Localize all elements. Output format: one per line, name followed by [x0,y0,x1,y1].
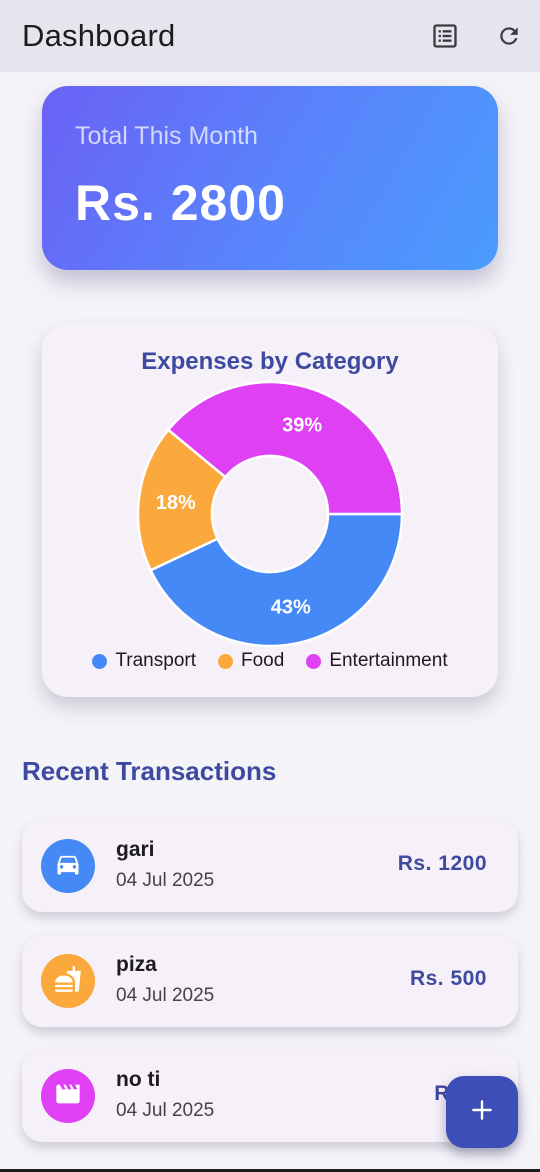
app-bar: Dashboard [0,0,540,72]
transaction-item[interactable]: gari 04 Jul 2025 Rs. 1200 [22,820,518,912]
transaction-amount: Rs. 500 [409,967,487,990]
page-title: Dashboard [22,18,176,53]
fastfood-icon [54,965,82,998]
total-amount: Rs. 2800 [75,175,286,231]
transaction-title: gari [116,838,155,861]
expenses-chart-card: Expenses by Category 43% 18% 39% Transport… [42,324,498,697]
transaction-avatar [41,1069,95,1123]
transaction-date: 04 Jul 2025 [116,985,215,1006]
legend-item-entertainment: Entertainment [306,650,448,672]
transaction-item[interactable]: no ti 04 Jul 2025 Rs. 1 [22,1050,518,1142]
legend-item-food: Food [218,650,284,672]
legend-swatch [306,653,322,669]
slice-label-food: 18% [156,492,196,514]
transaction-title: piza [116,953,157,976]
plus-icon [469,1097,495,1128]
legend-swatch [218,653,233,669]
legend-label: Entertainment [329,650,448,671]
add-transaction-button[interactable] [446,1076,518,1148]
transaction-date: 04 Jul 2025 [116,1100,215,1121]
legend-swatch [92,653,108,669]
list-view-icon[interactable] [431,22,459,50]
legend-label: Food [241,650,285,671]
transaction-amount: Rs. 1200 [397,852,487,875]
recent-transactions-heading: Recent Transactions [22,756,277,786]
transaction-item[interactable]: piza 04 Jul 2025 Rs. 500 [22,935,518,1027]
legend-label: Transport [115,650,196,671]
donut-chart: 43% 18% 39% [136,380,404,648]
slice-label-transport: 43% [271,597,311,619]
transaction-avatar [41,839,95,893]
car-icon [54,850,82,883]
transaction-title: no ti [116,1068,161,1091]
legend-item-transport: Transport [92,650,196,672]
refresh-icon[interactable] [495,22,523,50]
movie-icon [54,1080,82,1113]
slice-label-entertainment: 39% [282,415,322,437]
transaction-date: 04 Jul 2025 [116,870,215,891]
chart-legend: Transport Food Entertainment [42,650,498,672]
total-month-card: Total This Month Rs. 2800 [42,86,498,270]
total-label: Total This Month [75,122,258,150]
transaction-avatar [41,954,95,1008]
